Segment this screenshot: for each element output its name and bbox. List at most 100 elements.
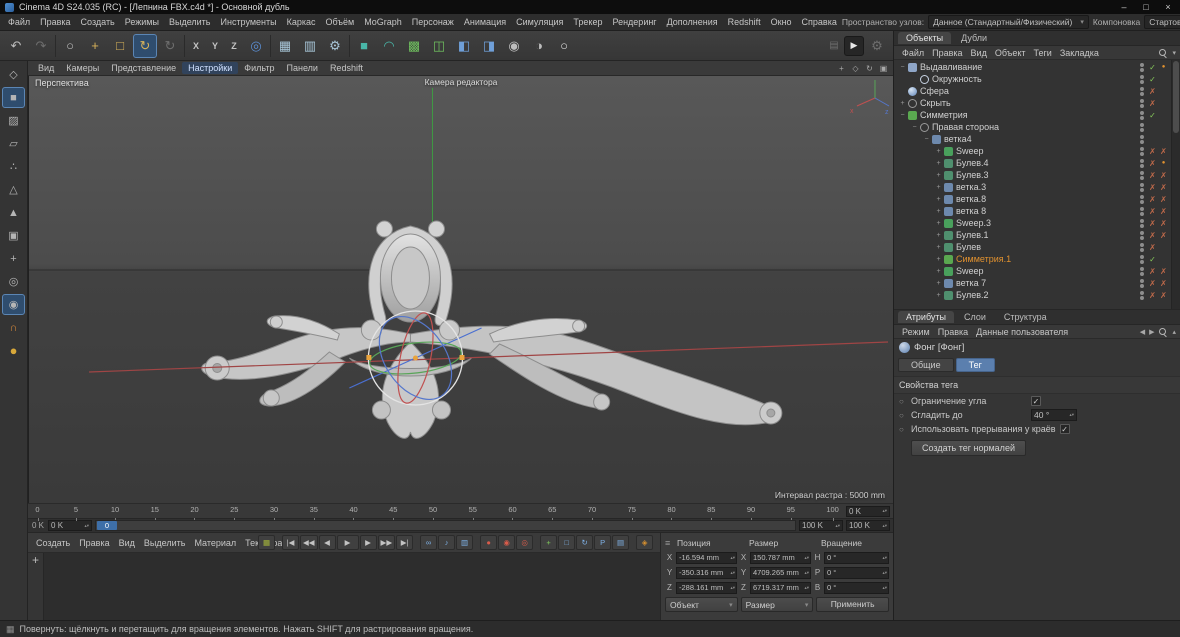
material-manager[interactable]: + <box>28 553 660 620</box>
frame-ruler[interactable]: 0510152025303540455055606570758085909510… <box>31 504 842 518</box>
angle-limit-checkbox[interactable]: ✓ <box>1031 396 1041 406</box>
object-row[interactable]: + Симметрия.1 <box>894 253 1171 265</box>
menu-item[interactable]: Симуляция <box>511 15 568 29</box>
search-icon[interactable] <box>1158 327 1168 337</box>
object-tag[interactable] <box>1158 171 1169 180</box>
expand-toggle[interactable]: + <box>934 196 943 203</box>
object-tag[interactable] <box>1147 183 1158 192</box>
object-row[interactable]: + Булев <box>894 241 1171 253</box>
objects-menu-item[interactable]: Вид <box>967 47 991 59</box>
menu-item[interactable]: Инструменты <box>216 15 282 29</box>
position-field[interactable]: -288.161 mm▴▾ <box>676 582 737 594</box>
lights-menu[interactable]: ◑ <box>527 34 551 58</box>
spinner-icon[interactable]: ▴▾ <box>1069 413 1074 416</box>
object-row[interactable]: − Выдавливание <box>894 61 1171 73</box>
object-row[interactable]: Окружность <box>894 73 1171 85</box>
render-settings-button[interactable]: ⚙ <box>323 34 347 58</box>
sound-toggle-button[interactable]: ♪ <box>438 535 455 550</box>
material-menu-item[interactable]: Создать <box>32 537 74 549</box>
edges-mode-button[interactable]: △ <box>2 179 25 200</box>
visibility-toggles[interactable] <box>1140 279 1144 288</box>
stucco-ornament-model[interactable] <box>202 221 782 438</box>
move-tool[interactable]: + <box>83 34 107 58</box>
object-row[interactable]: − Правая сторона <box>894 121 1171 133</box>
rotation-field[interactable]: 0 °▴▾ <box>824 552 889 564</box>
render-view-button[interactable]: ▦ <box>273 34 297 58</box>
visibility-toggles[interactable] <box>1140 123 1144 132</box>
visibility-toggles[interactable] <box>1140 231 1144 240</box>
size-field[interactable]: 6719.317 mm▴▾ <box>750 582 811 594</box>
object-tag[interactable] <box>1147 87 1158 96</box>
object-row[interactable]: − Симметрия <box>894 109 1171 121</box>
objects-menu-item[interactable]: Теги <box>1030 47 1056 59</box>
visibility-toggles[interactable] <box>1140 87 1144 96</box>
rotation-field[interactable]: 0 °▴▾ <box>824 582 889 594</box>
object-tag[interactable] <box>1158 64 1169 70</box>
size-field[interactable]: 4709.265 mm▴▾ <box>750 567 811 579</box>
expand-toggle[interactable]: + <box>898 100 907 107</box>
attributes-menu-item[interactable]: Правка <box>934 326 972 338</box>
object-tag[interactable] <box>1158 231 1169 240</box>
object-tag[interactable] <box>1147 171 1158 180</box>
pan-view-icon[interactable]: + <box>836 64 847 73</box>
goto-start-button[interactable]: |◀ <box>282 535 299 550</box>
object-row[interactable]: + Скрыть <box>894 97 1171 109</box>
expand-toggle[interactable]: + <box>934 172 943 179</box>
object-tag[interactable] <box>1158 147 1169 156</box>
previous-key-button[interactable]: ◀◀ <box>300 535 318 550</box>
object-row[interactable]: + Sweep <box>894 145 1171 157</box>
attributes-tab[interactable]: Слои <box>956 311 994 323</box>
last-used-tool[interactable]: ↻ <box>158 34 182 58</box>
keyframe-dot-icon[interactable]: ○ <box>899 411 907 420</box>
object-row[interactable]: + Sweep.3 <box>894 217 1171 229</box>
tweak-mode-button[interactable]: ▣ <box>2 225 25 246</box>
objects-menu-item[interactable]: Объект <box>991 47 1030 59</box>
visibility-toggles[interactable] <box>1140 183 1144 192</box>
toggle-view-icon[interactable]: ▣ <box>878 64 889 73</box>
range-start-field[interactable]: 0 K▴▾ <box>48 520 92 531</box>
menu-item[interactable]: Выделить <box>164 15 216 29</box>
render-picture-viewer-button[interactable]: ▥ <box>298 34 322 58</box>
menu-item[interactable]: Трекер <box>568 15 607 29</box>
attributes-menu-item[interactable]: Данные пользователя <box>972 326 1072 338</box>
object-tag[interactable] <box>1147 75 1158 84</box>
visibility-toggles[interactable] <box>1140 99 1144 108</box>
viewport-3d[interactable]: x z Перспектива Камера редактора Интерва… <box>28 76 893 503</box>
spinner-icon[interactable]: ▴▾ <box>882 571 887 574</box>
objects-menu-item[interactable]: Файл <box>898 47 928 59</box>
material-menu-item[interactable]: Материал <box>190 537 240 549</box>
deformers-menu[interactable]: ◧ <box>452 34 476 58</box>
object-tag[interactable] <box>1147 207 1158 216</box>
visibility-toggles[interactable] <box>1140 111 1144 120</box>
fields-menu[interactable]: ◨ <box>477 34 501 58</box>
snap-toggle-button[interactable]: ◉ <box>2 294 25 315</box>
visibility-toggles[interactable] <box>1140 75 1144 84</box>
object-row[interactable]: + Булев.1 <box>894 229 1171 241</box>
previous-frame-button[interactable]: ◀ <box>319 535 336 550</box>
camera-menu[interactable]: ◉ <box>502 34 526 58</box>
object-tag[interactable] <box>1147 291 1158 300</box>
menu-item[interactable]: Справка <box>797 15 842 29</box>
preferences-gear-button[interactable]: ⚙ <box>865 34 889 58</box>
apply-button[interactable]: Применить <box>816 597 889 612</box>
live-selection-tool[interactable]: ○ <box>58 34 82 58</box>
viewport-solo-button[interactable]: ◎ <box>2 271 25 292</box>
points-mode-button[interactable]: ∴ <box>2 156 25 177</box>
visibility-toggles[interactable] <box>1140 63 1144 72</box>
spinner-icon[interactable]: ▴▾ <box>835 524 840 527</box>
redo-button[interactable]: ↷ <box>29 34 53 58</box>
object-row[interactable]: + ветка.3 <box>894 181 1171 193</box>
generators-menu[interactable]: ◫ <box>427 34 451 58</box>
spinner-icon[interactable]: ▴▾ <box>730 556 735 559</box>
menu-item[interactable]: Объём <box>321 15 360 29</box>
object-row[interactable]: + Булев.4 <box>894 157 1171 169</box>
texture-mode-button[interactable]: ▨ <box>2 110 25 131</box>
x-axis-lock[interactable]: X <box>187 34 205 58</box>
viewport-menu-item[interactable]: Панели <box>281 62 324 74</box>
spinner-icon[interactable]: ▴▾ <box>882 524 887 527</box>
ruler-frame-field[interactable]: 0 K▴▾ <box>846 506 890 517</box>
visibility-toggles[interactable] <box>1140 219 1144 228</box>
spacer[interactable] <box>577 34 824 58</box>
material-menu-item[interactable]: Вид <box>115 537 139 549</box>
manager-tab[interactable]: Объекты <box>898 32 951 44</box>
